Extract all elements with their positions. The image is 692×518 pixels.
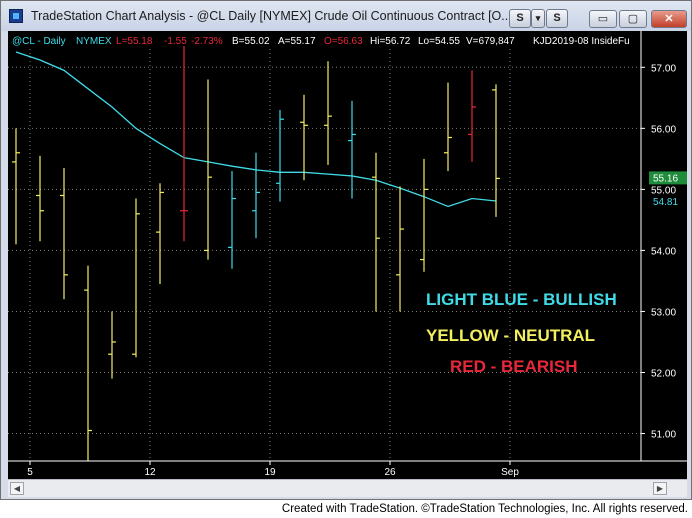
ohlc-bar: [156, 183, 164, 284]
ohlc-bars-layer: [12, 45, 500, 461]
close-price-tag-label: 55.16: [653, 173, 678, 184]
last-price-label: L=55.18: [116, 36, 153, 47]
legend-bullish: LIGHT BLUE - BULLISH: [426, 290, 617, 309]
ohlc-bar: [276, 110, 284, 202]
ohlc-bar: [84, 265, 92, 461]
ohlc-bar: [372, 152, 380, 312]
exchange-label: NYMEX: [76, 36, 112, 47]
horizontal-scrollbar[interactable]: ◀ ▶: [8, 479, 687, 497]
ma-price-tag-label: 54.81: [653, 197, 678, 208]
ohlc-bar: [204, 79, 212, 260]
ohlc-bar: [60, 168, 68, 300]
ohlc-bar: [396, 186, 404, 312]
y-tick-label: 53.00: [651, 307, 676, 318]
s-menu-dropdown-icon[interactable]: ▾: [531, 9, 545, 28]
maximize-button[interactable]: ▢: [619, 10, 647, 28]
ohlc-bar: [228, 171, 236, 269]
y-tick-label: 57.00: [651, 63, 676, 74]
ohlc-bar: [180, 45, 188, 242]
indicator-label: KJD2019-08 InsideFu: [533, 36, 630, 47]
secondary-menu-button[interactable]: S: [546, 9, 568, 28]
chart-area[interactable]: 57.00 56.00 55.00 54.00 53.00 52.00 51.00 5 12 19…: [8, 31, 687, 479]
legend-bearish: RED - BEARISH: [450, 357, 578, 376]
change-label: -1.55: [164, 36, 187, 47]
ohlc-bar: [468, 70, 476, 162]
y-tick-label: 55.00: [651, 185, 676, 196]
grid-lines: [8, 49, 641, 461]
x-tick-label: 19: [264, 467, 276, 478]
ohlc-bar: [420, 158, 428, 272]
minimize-button[interactable]: ▭: [589, 10, 617, 28]
axes-layer: 57.00 56.00 55.00 54.00 53.00 52.00 51.00 5 12 19…: [8, 31, 687, 478]
ohlc-bar: [492, 84, 500, 217]
ask-label: A=55.17: [278, 36, 316, 47]
ohlc-bar: [108, 311, 116, 379]
ohlc-bar: [36, 155, 44, 242]
x-tick-label: 5: [27, 467, 33, 478]
s-menu-button[interactable]: S: [509, 9, 531, 28]
tradestation-app-icon: [9, 9, 23, 23]
ohlc-bar: [300, 94, 308, 181]
footer-credit: Created with TradeStation. ©TradeStation…: [281, 503, 688, 515]
bid-label: B=55.02: [232, 36, 270, 47]
chart-header: @CL - Daily NYMEX L=55.18 -1.55 -2.73% B…: [12, 36, 630, 47]
symbol-label: @CL - Daily: [12, 36, 66, 47]
ohlc-bar: [132, 198, 140, 358]
x-tick-label: 26: [384, 467, 396, 478]
window-title: TradeStation Chart Analysis - @CL Daily …: [31, 9, 512, 23]
legend-neutral: YELLOW - NEUTRAL: [426, 326, 595, 345]
x-tick-label: 12: [144, 467, 156, 478]
open-label: O=56.63: [324, 36, 363, 47]
legend: LIGHT BLUE - BULLISH YELLOW - NEUTRAL RE…: [426, 290, 617, 376]
y-tick-label: 51.00: [651, 430, 676, 441]
ohlc-bar: [12, 128, 20, 245]
volume-label: V=679,847: [466, 36, 515, 47]
low-label: Lo=54.55: [418, 36, 460, 47]
price-chart[interactable]: 57.00 56.00 55.00 54.00 53.00 52.00 51.00 5 12 19…: [8, 31, 687, 479]
close-button[interactable]: ✕: [651, 10, 687, 28]
ohlc-bar: [324, 61, 332, 165]
chart-window: TradeStation Chart Analysis - @CL Daily …: [0, 0, 692, 500]
ohlc-bar: [444, 82, 452, 172]
y-tick-label: 56.00: [651, 124, 676, 135]
change-pct-label: -2.73%: [191, 36, 223, 47]
title-bar[interactable]: TradeStation Chart Analysis - @CL Daily …: [1, 1, 691, 31]
ohlc-bar: [252, 152, 260, 239]
scroll-left-arrow-icon[interactable]: ◀: [10, 482, 24, 495]
y-tick-label: 54.00: [651, 246, 676, 257]
ohlc-bar: [348, 100, 356, 199]
y-tick-label: 52.00: [651, 368, 676, 379]
x-tick-label: Sep: [501, 467, 519, 478]
high-label: Hi=56.72: [370, 36, 411, 47]
scroll-right-arrow-icon[interactable]: ▶: [653, 482, 667, 495]
